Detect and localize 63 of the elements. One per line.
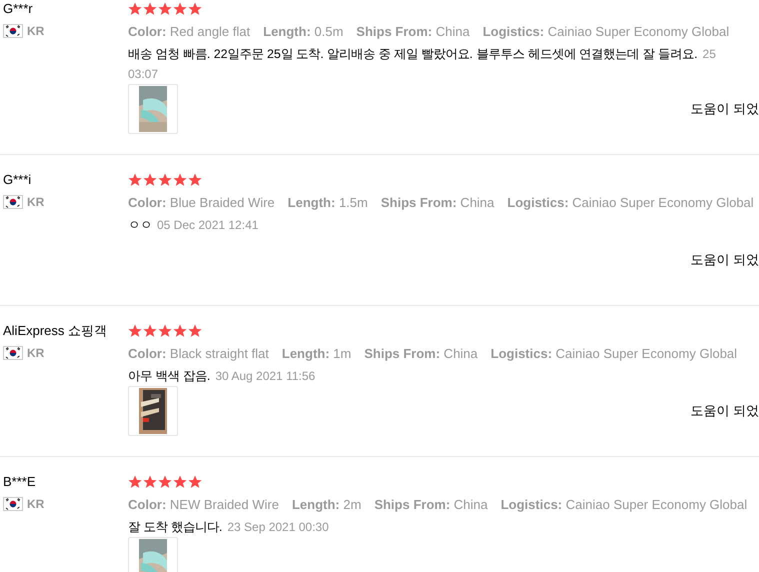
review-date: 23 Sep 2021 00:30: [227, 519, 329, 536]
reviewer-name: G***i: [3, 171, 32, 189]
review-text: ㅇㅇ: [128, 217, 152, 234]
star-icon: [128, 475, 142, 489]
sku-property: Length: 2m: [292, 496, 362, 514]
sku-property: Color: Red angle flat: [128, 23, 250, 41]
star-icon: [128, 324, 142, 338]
sku-property: Logistics: Cainiao Super Economy Global: [490, 345, 738, 363]
star-icon: [158, 475, 172, 489]
review-text: 아무 백색 잡음.: [128, 368, 210, 385]
photo-thumbnail[interactable]: [128, 537, 178, 572]
country-code: KR: [27, 24, 44, 38]
sku-property: Logistics: Cainiao Super Economy Global: [482, 23, 730, 41]
star-icon: [188, 2, 202, 16]
photo-thumbnail[interactable]: [128, 386, 178, 436]
country-code: KR: [27, 346, 44, 360]
reviewer-name: B***E: [3, 473, 36, 491]
sku-property: Length: 0.5m: [263, 23, 344, 41]
sku-property: Ships From: China: [364, 345, 478, 363]
sku-property: Color: NEW Braided Wire: [128, 496, 279, 514]
helpful-button[interactable]: 도움이 되었: [690, 100, 759, 118]
reviewer-name: AliExpress 쇼핑객: [3, 322, 108, 340]
review-date: 03:07: [128, 66, 158, 83]
flag-icon: [3, 497, 23, 511]
star-icon: [158, 324, 172, 338]
sku-property: Logistics: Cainiao Super Economy Global: [507, 194, 754, 212]
review-date: 30 Aug 2021 11:56: [215, 368, 316, 385]
star-icon: [158, 173, 172, 187]
country-code: KR: [27, 497, 44, 511]
star-icon: [158, 2, 172, 16]
helpful-button[interactable]: 도움이 되었: [690, 402, 759, 420]
flag-icon: [3, 195, 23, 209]
star-icon: [173, 173, 187, 187]
star-icon: [173, 475, 187, 489]
country-code: KR: [27, 195, 44, 209]
sku-property: Ships From: China: [380, 194, 494, 212]
flag-icon: [3, 24, 23, 38]
star-icon: [128, 173, 142, 187]
sku-property: Logistics: Cainiao Super Economy Global: [500, 496, 748, 514]
sku-property: Ships From: China: [374, 496, 488, 514]
flag-icon: [3, 346, 23, 360]
review-text: 잘 도착 했습니다.: [128, 519, 222, 536]
helpful-button[interactable]: 도움이 되었: [690, 251, 759, 269]
star-icon: [188, 324, 202, 338]
star-icon: [143, 324, 157, 338]
sku-property: Length: 1.5m: [288, 194, 368, 212]
star-icon: [188, 475, 202, 489]
star-icon: [188, 173, 202, 187]
sku-property: Ships From: China: [356, 23, 470, 41]
sku-property: Color: Black straight flat: [128, 345, 269, 363]
review-text: 배송 엄청 빠름. 22일주문 25일 도착. 알리배송 중 제일 빨랐어요. 블루투스 헤드셋에 연결했는데 잘 들려요.: [128, 46, 698, 63]
review-date: 05 Dec 2021 12:41: [157, 217, 258, 234]
star-icon: [128, 2, 142, 16]
sku-property: Color: Blue Braided Wire: [128, 194, 275, 212]
star-icon: [143, 475, 157, 489]
reviewer-name: G***r: [3, 0, 33, 18]
photo-thumbnail[interactable]: [128, 84, 178, 134]
star-icon: [143, 2, 157, 16]
star-icon: [173, 324, 187, 338]
review-date: 25: [702, 46, 716, 63]
sku-property: Length: 1m: [282, 345, 352, 363]
star-icon: [173, 2, 187, 16]
star-icon: [143, 173, 157, 187]
